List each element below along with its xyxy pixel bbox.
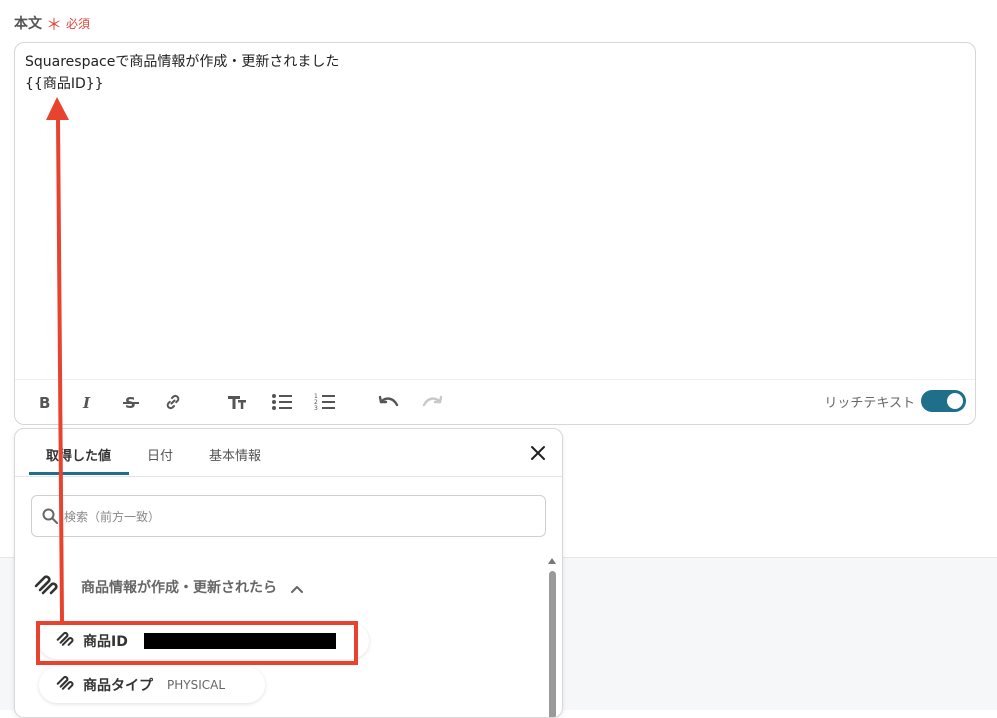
squarespace-icon [33, 574, 59, 600]
text-size-icon[interactable] [223, 388, 251, 416]
search-input[interactable] [62, 496, 536, 538]
item-value: PHYSICAL [167, 678, 226, 692]
highlight-box [36, 621, 358, 665]
tab-date[interactable]: 日付 [147, 445, 173, 464]
required-text: 必須 [66, 16, 91, 31]
editor-line: {{商品ID}} [25, 76, 104, 92]
group-title: 商品情報が作成・更新されたら [81, 580, 277, 596]
numbered-list-icon[interactable]: 123 [311, 388, 339, 416]
scroll-thumb[interactable] [549, 571, 556, 717]
redo-icon[interactable] [418, 388, 446, 416]
squarespace-icon [55, 675, 75, 695]
scroll-up-icon[interactable] [548, 557, 556, 565]
panel-tabs: 取得した値 日付 基本情報 [15, 429, 562, 477]
close-icon[interactable] [528, 443, 548, 463]
body-editor[interactable]: Squarespaceで商品情報が作成・更新されました {{商品ID}} B I… [14, 42, 976, 425]
rich-text-label: リッチテキスト [824, 396, 915, 411]
value-picker-panel: 取得した値 日付 基本情報 商品情報が作成・更新されたら [14, 428, 563, 718]
svg-text:B: B [39, 394, 50, 410]
undo-icon[interactable] [375, 388, 403, 416]
italic-icon[interactable]: I [73, 388, 101, 416]
list-item-product-type[interactable]: 商品タイプ PHYSICAL [39, 667, 265, 703]
editor-line: Squarespaceで商品情報が作成・更新されました [25, 54, 340, 70]
chevron-up-icon[interactable] [291, 578, 303, 597]
link-icon[interactable] [159, 388, 187, 416]
field-label-text: 本文 [14, 16, 42, 32]
editor-toolbar: B I S 123 リッチテキスト [15, 379, 975, 424]
bold-icon[interactable]: B [30, 388, 58, 416]
rich-text-toggle[interactable] [921, 390, 966, 412]
group-header[interactable]: 商品情報が作成・更新されたら [33, 573, 303, 601]
tab-acquired-values[interactable]: 取得した値 [46, 445, 111, 464]
search-icon [42, 508, 58, 528]
strikethrough-icon[interactable]: S [117, 388, 145, 416]
required-star: ＊ [46, 15, 63, 34]
svg-text:I: I [82, 394, 91, 410]
active-tab-indicator [29, 472, 129, 475]
item-name: 商品タイプ [83, 678, 153, 694]
svg-text:3: 3 [314, 405, 318, 412]
field-label: 本文 ＊ 必須 [14, 11, 90, 35]
tab-basic-info[interactable]: 基本情報 [209, 445, 261, 464]
editor-content[interactable]: Squarespaceで商品情報が作成・更新されました {{商品ID}} [25, 51, 339, 95]
search-box [31, 495, 546, 538]
scrollbar[interactable] [548, 557, 556, 717]
bullet-list-icon[interactable] [268, 388, 296, 416]
